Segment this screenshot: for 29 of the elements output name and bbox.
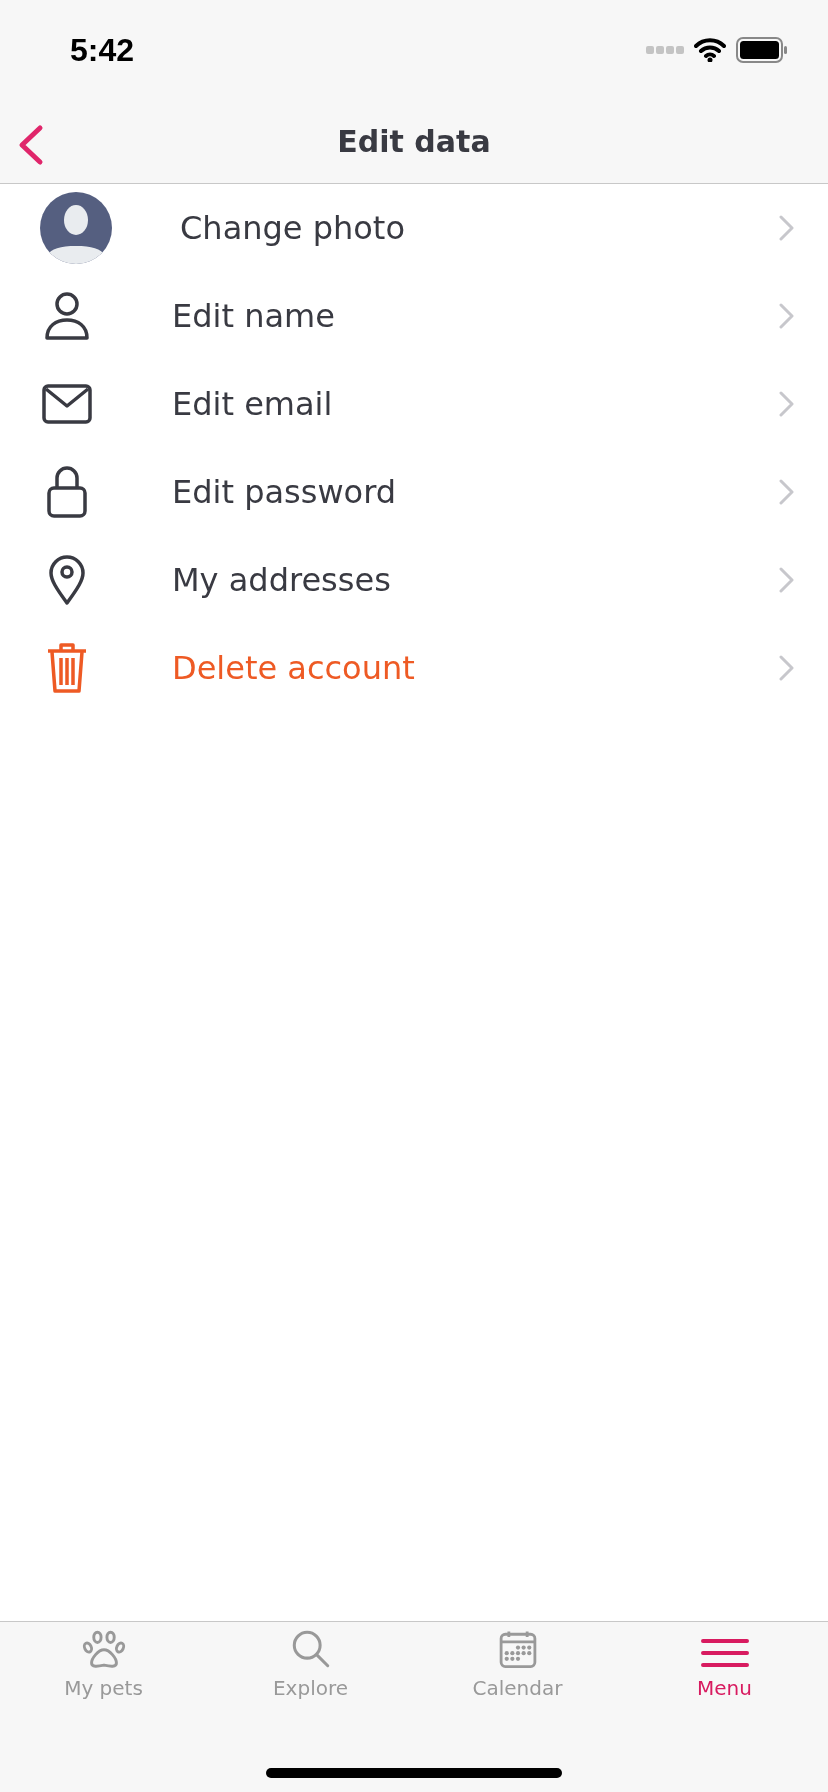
- chevron-icon: [778, 302, 794, 330]
- list-row[interactable]: Edit email: [0, 360, 828, 448]
- list-row[interactable]: My addresses: [0, 536, 828, 624]
- chevron-icon: [778, 478, 794, 506]
- lock-icon: [47, 466, 87, 518]
- row-label: Edit email: [172, 385, 334, 423]
- chevron-icon: [778, 566, 794, 594]
- row-label: Edit name: [172, 297, 336, 335]
- wifi-icon: [694, 38, 726, 62]
- trash-icon: [46, 643, 88, 693]
- row-label: Delete account: [172, 649, 416, 687]
- chevron-icon: [778, 214, 794, 242]
- location-pin-icon: [48, 555, 86, 605]
- envelope-icon: [42, 384, 92, 424]
- status-time: 5:42: [70, 31, 135, 69]
- chevron-icon: [778, 654, 794, 682]
- person-icon: [43, 291, 91, 341]
- chevron-icon: [778, 390, 794, 418]
- battery-icon: [736, 37, 788, 63]
- row-label: Change photo: [180, 209, 406, 247]
- list-row[interactable]: Edit name: [0, 272, 828, 360]
- row-label: My addresses: [172, 561, 392, 599]
- screen-title: Edit data: [337, 124, 491, 159]
- menu-icon: [700, 1638, 749, 1668]
- row-label: Edit password: [172, 473, 398, 511]
- signal-icon: [646, 45, 684, 55]
- list-row[interactable]: Change photo: [0, 184, 828, 272]
- list-row[interactable]: Edit password: [0, 448, 828, 536]
- tab-item[interactable]: Menu: [621, 1630, 828, 1700]
